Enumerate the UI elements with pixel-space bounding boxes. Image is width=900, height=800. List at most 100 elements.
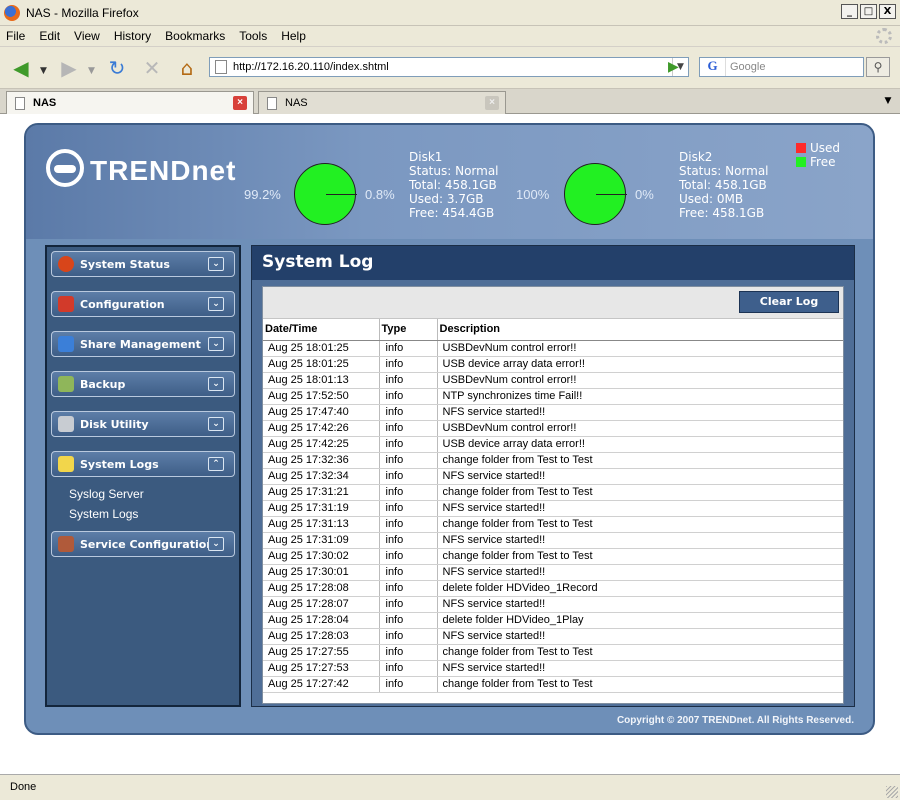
chevron-down-icon[interactable]: ⌄ (208, 297, 224, 311)
log-type: info (379, 484, 438, 501)
forward-arrow-icon[interactable]: ▶ (56, 56, 82, 80)
sidebar-item-label: System Status (80, 257, 170, 271)
page-content: TRENDnet 99.2% 0.8% Disk1 Status: Normal… (0, 114, 900, 774)
menu-bookmarks[interactable]: Bookmarks (165, 29, 225, 43)
legend-used: Used (810, 141, 841, 155)
search-box[interactable]: G Google (699, 57, 864, 77)
tab-list-dropdown-icon[interactable]: ▼ (880, 93, 896, 109)
copyright-text: Copyright © 2007 TRENDnet. All Rights Re… (616, 715, 854, 726)
chevron-down-icon[interactable]: ⌄ (208, 417, 224, 431)
chevron-down-icon[interactable]: ⌄ (208, 377, 224, 391)
trendnet-logo-icon (46, 149, 84, 187)
sidebar-item-share-management[interactable]: Share Management ⌄ (51, 331, 235, 357)
sidebar: System Status ⌄ Configuration ⌄ Share Ma… (45, 245, 241, 707)
log-description: change folder from Test to Test (437, 452, 843, 469)
log-description: NFS service started!! (437, 404, 843, 421)
log-type: info (379, 660, 438, 677)
sidebar-subitem-syslog-server[interactable]: Syslog Server (69, 487, 144, 501)
google-engine-icon[interactable]: G (700, 58, 726, 76)
sidebar-item-disk-utility[interactable]: Disk Utility ⌄ (51, 411, 235, 437)
resize-grip-icon[interactable] (886, 786, 898, 798)
log-datetime: Aug 25 17:27:55 (263, 644, 380, 661)
table-row: Aug 25 17:27:55 info change folder from Te… (263, 644, 843, 661)
tab-nas-active[interactable]: NAS × (6, 91, 254, 114)
log-datetime: Aug 25 18:01:25 (263, 340, 380, 357)
tab-nas[interactable]: NAS × (258, 91, 506, 114)
go-arrow-icon[interactable]: ▶ (668, 59, 679, 75)
reload-icon[interactable]: ↻ (104, 56, 130, 80)
navigation-toolbar: ◀ ▼ ▶ ▼ ↻ ✕ ⌂ http://172.16.20.110/index… (0, 47, 900, 89)
log-datetime: Aug 25 17:32:34 (263, 468, 380, 485)
search-input[interactable]: Google (730, 61, 765, 73)
menu-file[interactable]: File (6, 29, 25, 43)
sidebar-item-label: Service Configuration (80, 537, 215, 551)
page-title: System Log (252, 246, 854, 280)
disk1-status: Status: Normal (409, 164, 499, 178)
tab-close-icon[interactable]: × (485, 96, 499, 110)
log-datetime: Aug 25 17:28:08 (263, 580, 380, 597)
backup-icon (58, 376, 74, 392)
chevron-up-icon[interactable]: ⌃ (208, 457, 224, 471)
menu-view[interactable]: View (74, 29, 100, 43)
disk2-used-percent: 0% (635, 187, 654, 202)
sidebar-item-system-status[interactable]: System Status ⌄ (51, 251, 235, 277)
stop-icon[interactable]: ✕ (139, 56, 165, 80)
tab-close-icon[interactable]: × (233, 96, 247, 110)
menu-tools[interactable]: Tools (239, 29, 267, 43)
log-description: NFS service started!! (437, 596, 843, 613)
page-icon (215, 60, 227, 74)
sidebar-subitem-system-logs[interactable]: System Logs (69, 507, 138, 521)
disk2-info: Disk2 Status: Normal Total: 458.1GB Used… (679, 150, 769, 220)
table-row: Aug 25 17:32:34 info NFS service started!! (263, 468, 843, 485)
disk1-usage-pie (294, 163, 357, 225)
search-magnifier-icon[interactable]: ⚲ (866, 57, 890, 77)
log-datetime: Aug 25 17:28:07 (263, 596, 380, 613)
sidebar-item-system-logs[interactable]: System Logs ⌃ (51, 451, 235, 477)
disk1-total: Total: 458.1GB (409, 178, 497, 192)
log-description: USBDevNum control error!! (437, 340, 843, 357)
log-type: info (379, 644, 438, 661)
log-type: info (379, 564, 438, 581)
log-datetime: Aug 25 17:31:19 (263, 500, 380, 517)
menu-history[interactable]: History (114, 29, 151, 43)
url-input[interactable]: http://172.16.20.110/index.shtml (233, 61, 672, 73)
sidebar-item-service-configuration[interactable]: Service Configuration ⌄ (51, 531, 235, 557)
back-arrow-icon[interactable]: ◀ (8, 56, 34, 80)
sidebar-item-configuration[interactable]: Configuration ⌄ (51, 291, 235, 317)
disk1-name: Disk1 (409, 150, 443, 164)
chevron-down-icon[interactable]: ⌄ (208, 337, 224, 351)
forward-history-dropdown-icon[interactable]: ▼ (88, 66, 95, 76)
address-bar[interactable]: http://172.16.20.110/index.shtml ▼ (209, 57, 689, 77)
maximize-button[interactable]: □ (860, 4, 877, 19)
window-titlebar: NAS - Mozilla Firefox _ □ X (0, 0, 900, 26)
sidebar-item-backup[interactable]: Backup ⌄ (51, 371, 235, 397)
close-button[interactable]: X (879, 4, 896, 19)
log-type: info (379, 372, 438, 389)
log-datetime: Aug 25 18:01:25 (263, 356, 380, 373)
log-description: NFS service started!! (437, 628, 843, 645)
table-row: Aug 25 17:28:08 info delete folder HDVideo… (263, 580, 843, 597)
log-description: NFS service started!! (437, 500, 843, 517)
chevron-down-icon[interactable]: ⌄ (208, 257, 224, 271)
menu-edit[interactable]: Edit (39, 29, 60, 43)
column-header-type: Type (379, 319, 438, 341)
minimize-button[interactable]: _ (841, 4, 858, 19)
back-history-dropdown-icon[interactable]: ▼ (40, 66, 47, 76)
table-row: Aug 25 17:52:50 info NTP synchronizes time… (263, 388, 843, 405)
disk2-free: Free: 458.1GB (679, 206, 765, 220)
status-bar: Done (0, 774, 900, 800)
service-icon (58, 536, 74, 552)
table-row: Aug 25 17:42:25 info USB device array data… (263, 436, 843, 453)
clear-log-button[interactable]: Clear Log (739, 291, 839, 313)
chevron-down-icon[interactable]: ⌄ (208, 537, 224, 551)
sidebar-item-label: Backup (80, 377, 126, 391)
disk2-usage-pie (564, 163, 627, 225)
disk2-used: Used: 0MB (679, 192, 744, 206)
log-description: USBDevNum control error!! (437, 372, 843, 389)
disk2-total: Total: 458.1GB (679, 178, 767, 192)
home-icon[interactable]: ⌂ (174, 56, 200, 80)
menu-help[interactable]: Help (281, 29, 306, 43)
log-datetime: Aug 25 17:28:04 (263, 612, 380, 629)
sidebar-item-label: Configuration (80, 297, 165, 311)
log-description: change folder from Test to Test (437, 676, 843, 693)
